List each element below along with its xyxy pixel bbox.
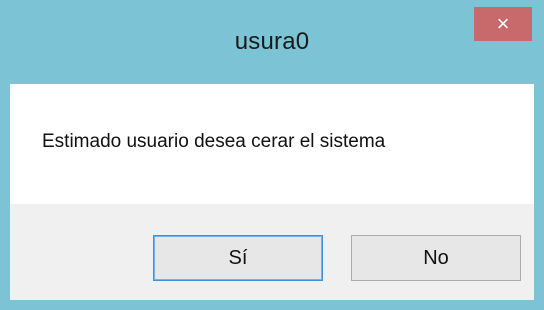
dialog-message: Estimado usuario desea cerar el sistema — [42, 131, 386, 152]
button-bar: Sí No — [10, 204, 534, 300]
title-bar[interactable]: usura0 × — [0, 0, 544, 84]
close-icon: × — [496, 11, 510, 36]
close-button[interactable]: × — [474, 7, 532, 41]
dialog-content: Estimado usuario desea cerar el sistema — [10, 84, 534, 204]
yes-button[interactable]: Sí — [153, 235, 323, 281]
no-button[interactable]: No — [351, 235, 521, 281]
window-title: usura0 — [234, 28, 310, 55]
confirm-dialog-window: usura0 × Estimado usuario desea cerar el… — [0, 0, 544, 310]
